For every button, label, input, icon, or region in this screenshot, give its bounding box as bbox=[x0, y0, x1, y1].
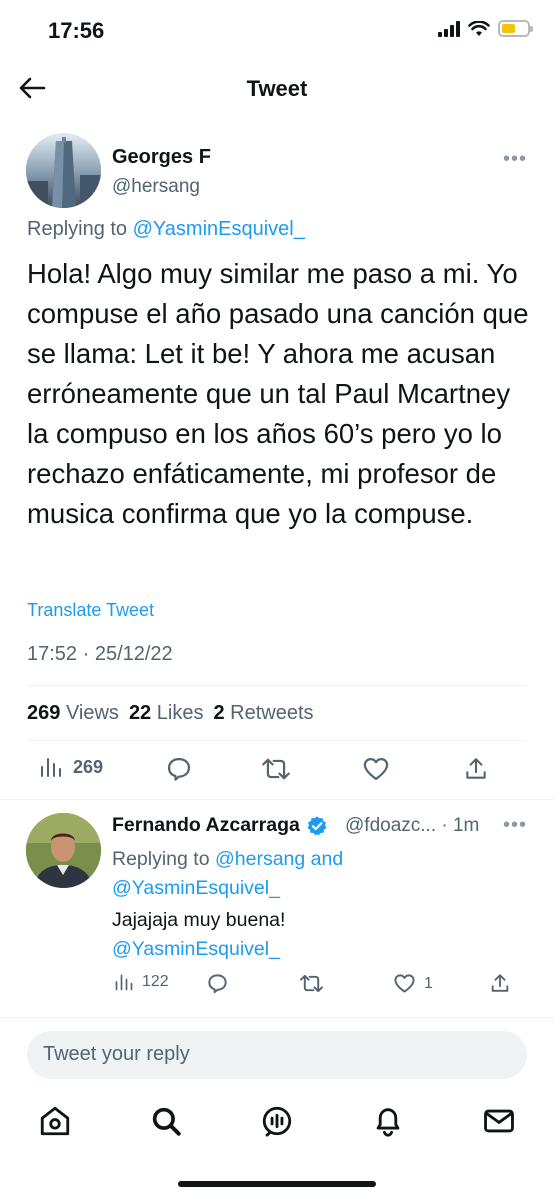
replying-to-link[interactable]: @hersang bbox=[215, 848, 305, 870]
mention-link[interactable]: @YasminEsquivel_ bbox=[112, 938, 280, 960]
wifi-icon bbox=[468, 20, 490, 36]
reply-likes-count: 1 bbox=[424, 974, 433, 992]
like-icon bbox=[394, 974, 415, 993]
views-button[interactable]: 269 bbox=[39, 755, 103, 779]
views-stat[interactable]: 269 Views bbox=[27, 702, 119, 725]
divider bbox=[0, 799, 554, 800]
home-icon[interactable] bbox=[38, 1104, 72, 1138]
replying-to: Replying to @YasminEsquivel_ bbox=[27, 218, 305, 241]
signal-icon bbox=[438, 20, 460, 37]
likes-label: Likes bbox=[156, 702, 204, 724]
retweets-label: Retweets bbox=[230, 702, 314, 724]
reply-handle[interactable]: @fdoazc... · 1m bbox=[345, 815, 479, 837]
more-icon[interactable]: ••• bbox=[503, 148, 527, 171]
views-icon bbox=[115, 974, 133, 991]
reply-author-name: Fernando Azcarraga bbox=[112, 814, 300, 836]
reply-text: Jajajaja muy buena! @YasminEsquivel_ bbox=[112, 906, 512, 964]
views-label: Views bbox=[65, 702, 119, 724]
divider bbox=[0, 1017, 554, 1018]
replying-and: and bbox=[310, 848, 344, 870]
translate-tweet-link[interactable]: Translate Tweet bbox=[27, 600, 154, 621]
reply-replying-prefix: Replying to bbox=[112, 848, 210, 870]
like-icon[interactable] bbox=[362, 755, 390, 783]
home-indicator[interactable] bbox=[178, 1181, 376, 1187]
reply-like-button[interactable]: 1 bbox=[393, 972, 433, 995]
reply-avatar-image bbox=[26, 813, 101, 888]
reply-replying-to: Replying to @hersang and @YasminEsquivel… bbox=[112, 845, 512, 903]
tweet-actions: 269 bbox=[27, 755, 497, 787]
views-icon bbox=[41, 758, 61, 777]
reply-icon[interactable] bbox=[206, 972, 229, 995]
author-handle[interactable]: @hersang bbox=[112, 176, 200, 198]
divider bbox=[27, 740, 527, 741]
reply-input-placeholder: Tweet your reply bbox=[43, 1043, 190, 1065]
tweet-timestamp: 17:52 · 25/12/22 bbox=[27, 643, 173, 665]
reply-actions: 122 1 bbox=[112, 972, 512, 998]
share-icon[interactable] bbox=[489, 972, 511, 995]
author-name[interactable]: Georges F bbox=[112, 146, 211, 169]
replying-prefix: Replying to bbox=[27, 218, 128, 240]
battery-icon bbox=[498, 20, 533, 37]
reply-avatar[interactable] bbox=[26, 813, 101, 888]
page-title: Tweet bbox=[246, 76, 308, 101]
avatar-image bbox=[26, 133, 101, 208]
replying-to-link[interactable]: @YasminEsquivel_ bbox=[112, 877, 280, 899]
spaces-icon[interactable] bbox=[260, 1104, 294, 1138]
retweets-count: 2 bbox=[213, 702, 225, 724]
status-time: 17:56 bbox=[48, 18, 105, 43]
status-icons bbox=[438, 20, 533, 37]
likes-count: 22 bbox=[128, 702, 152, 724]
search-icon[interactable] bbox=[149, 1104, 183, 1138]
divider bbox=[27, 685, 527, 686]
share-icon[interactable] bbox=[463, 755, 489, 783]
messages-icon[interactable] bbox=[482, 1104, 516, 1138]
tab-bar bbox=[0, 1090, 554, 1160]
retweet-icon[interactable] bbox=[299, 972, 324, 995]
avatar[interactable] bbox=[26, 133, 101, 208]
tweet-stats: 269 Views 22 Likes 2 Retweets bbox=[27, 702, 314, 725]
more-icon[interactable]: ••• bbox=[503, 814, 527, 837]
reply-icon[interactable] bbox=[165, 755, 193, 783]
reply-author[interactable]: Fernando Azcarraga bbox=[112, 814, 328, 837]
reply-views-count: 122 bbox=[142, 973, 169, 990]
likes-stat[interactable]: 22 Likes bbox=[129, 702, 204, 725]
tweet-text: Hola! Algo muy similar me paso a mi. Yo … bbox=[27, 258, 529, 529]
notifications-icon[interactable] bbox=[371, 1104, 405, 1138]
views-count-action: 269 bbox=[73, 756, 104, 777]
retweet-icon[interactable] bbox=[261, 755, 291, 783]
retweets-stat[interactable]: 2 Retweets bbox=[213, 702, 313, 725]
reply-text-body: Jajajaja muy buena! bbox=[112, 909, 286, 931]
views-count: 269 bbox=[27, 702, 61, 724]
verified-icon bbox=[307, 815, 327, 835]
replying-to-link[interactable]: @YasminEsquivel_ bbox=[133, 218, 305, 240]
reply-views-button[interactable]: 122 bbox=[114, 972, 169, 992]
